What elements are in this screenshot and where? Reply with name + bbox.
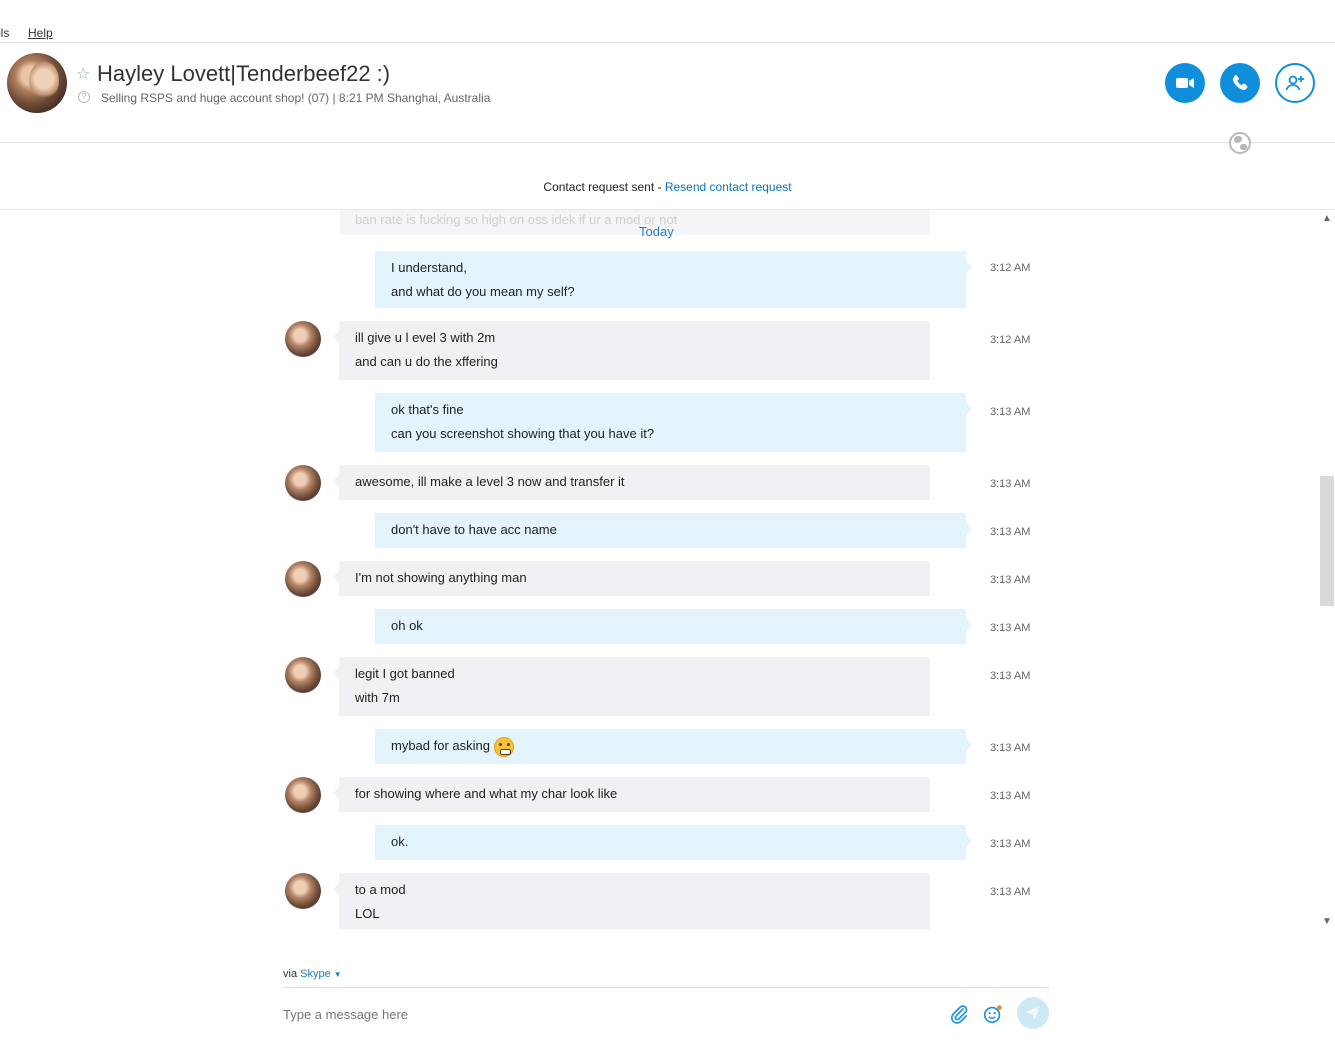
add-people-button[interactable] xyxy=(1275,63,1315,103)
message-text: ok. xyxy=(391,834,409,849)
message-text: ill give u l evel 3 with 2m xyxy=(355,330,496,345)
paperclip-icon[interactable] xyxy=(948,1003,970,1025)
message-text: with 7m xyxy=(355,690,400,705)
grimace-emoji-icon xyxy=(494,736,514,757)
scroll-down-arrow-icon[interactable]: ▼ xyxy=(1320,915,1334,929)
sender-avatar[interactable] xyxy=(285,561,321,597)
message-timestamp: 3:13 AM xyxy=(990,526,1031,538)
message-timestamp: 3:13 AM xyxy=(990,886,1031,898)
message-timestamp: 3:12 AM xyxy=(990,334,1031,346)
favorite-star-icon[interactable]: ☆ xyxy=(76,64,90,84)
faded-message: ban rate is fucking so high on oss idek … xyxy=(340,210,930,235)
message-bubble-received[interactable]: to a mod LOL xyxy=(333,873,930,929)
via-service-selector[interactable]: via Skype ▼ xyxy=(283,968,342,980)
message-timestamp: 3:13 AM xyxy=(990,406,1031,418)
mood-message: Selling RSPS and huge account shop! (07)… xyxy=(101,91,491,105)
contact-request-banner: Contact request sent - Resend contact re… xyxy=(0,180,1335,194)
message-text: can you screenshot showing that you have… xyxy=(391,426,655,441)
message-bubble-received[interactable]: legit I got banned with 7m xyxy=(333,657,930,716)
message-text: mybad for asking xyxy=(391,738,490,753)
message-text: I'm not showing anything man xyxy=(355,570,527,585)
message-text: don't have to have acc name xyxy=(391,522,557,537)
divider xyxy=(283,987,1049,988)
message-bubble-sent[interactable]: mybad for asking xyxy=(375,729,972,764)
message-timestamp: 3:13 AM xyxy=(990,742,1031,754)
message-text: for showing where and what my char look … xyxy=(355,786,618,801)
message-input[interactable] xyxy=(283,1004,923,1024)
message-timestamp: 3:13 AM xyxy=(990,574,1031,586)
divider xyxy=(0,42,1335,43)
globe-icon[interactable] xyxy=(1229,132,1251,154)
message-bubble-received[interactable]: awesome, ill make a level 3 now and tran… xyxy=(333,465,930,500)
message-timestamp: 3:13 AM xyxy=(990,790,1031,802)
contact-name[interactable]: Hayley Lovett|Tenderbeef22 :) xyxy=(97,61,390,87)
video-camera-icon xyxy=(1176,78,1194,88)
message-text: I understand, xyxy=(391,260,467,275)
message-text-row: mybad for asking xyxy=(391,734,950,758)
message-timestamp: 3:13 AM xyxy=(990,838,1031,850)
contact-avatar[interactable] xyxy=(7,53,67,113)
message-bubble-sent[interactable]: ok. xyxy=(375,825,972,860)
message-timestamp: 3:13 AM xyxy=(990,622,1031,634)
date-divider: Today xyxy=(639,224,674,239)
chevron-down-icon[interactable]: ▼ xyxy=(334,970,342,979)
message-bubble-sent[interactable]: don't have to have acc name xyxy=(375,513,972,548)
location-icon: ? xyxy=(78,91,90,103)
send-icon xyxy=(1026,1005,1041,1020)
sender-avatar[interactable] xyxy=(285,321,321,357)
via-service[interactable]: Skype xyxy=(300,968,331,980)
message-text: oh ok xyxy=(391,618,423,633)
menu-tools[interactable]: ols xyxy=(0,26,9,40)
sender-avatar[interactable] xyxy=(285,657,321,693)
message-text: to a mod xyxy=(355,882,406,897)
message-bubble-sent[interactable]: oh ok xyxy=(375,609,972,644)
sender-avatar[interactable] xyxy=(285,873,321,909)
message-text: and can u do the xffering xyxy=(355,354,498,369)
send-button[interactable] xyxy=(1017,997,1049,1029)
message-text: ok that's fine xyxy=(391,402,464,417)
emoticon-icon[interactable] xyxy=(982,1003,1004,1025)
message-bubble-received[interactable]: for showing where and what my char look … xyxy=(333,777,930,812)
message-bubble-sent[interactable]: ok that's fine can you screenshot showin… xyxy=(375,393,972,452)
scrollbar-thumb[interactable] xyxy=(1320,476,1334,606)
via-label: via xyxy=(283,968,301,980)
message-timestamp: 3:13 AM xyxy=(990,478,1031,490)
request-status-text: Contact request sent - xyxy=(543,180,665,194)
add-person-icon xyxy=(1285,75,1304,91)
message-timestamp: 3:13 AM xyxy=(990,670,1031,682)
message-timestamp: 3:12 AM xyxy=(990,262,1031,274)
message-bubble-received[interactable]: ill give u l evel 3 with 2m and can u do… xyxy=(333,321,930,380)
message-text: LOL xyxy=(355,906,380,921)
message-bubble-sent[interactable]: I understand, and what do you mean my se… xyxy=(375,251,972,308)
phone-icon xyxy=(1232,75,1248,91)
video-call-button[interactable] xyxy=(1165,63,1205,103)
skype-window: ols Help ☆ Hayley Lovett|Tenderbeef22 :)… xyxy=(0,0,1335,1040)
scroll-up-arrow-icon[interactable]: ▲ xyxy=(1320,212,1334,226)
message-text: and what do you mean my self? xyxy=(391,284,575,299)
menu-help[interactable]: Help xyxy=(28,26,53,40)
sender-avatar[interactable] xyxy=(285,465,321,501)
message-text: awesome, ill make a level 3 now and tran… xyxy=(355,474,625,489)
sender-avatar[interactable] xyxy=(285,777,321,813)
message-text: legit I got banned xyxy=(355,666,455,681)
message-bubble-received[interactable]: I'm not showing anything man xyxy=(333,561,930,596)
divider xyxy=(0,142,1335,143)
resend-request-link[interactable]: Resend contact request xyxy=(665,180,792,194)
audio-call-button[interactable] xyxy=(1220,63,1260,103)
